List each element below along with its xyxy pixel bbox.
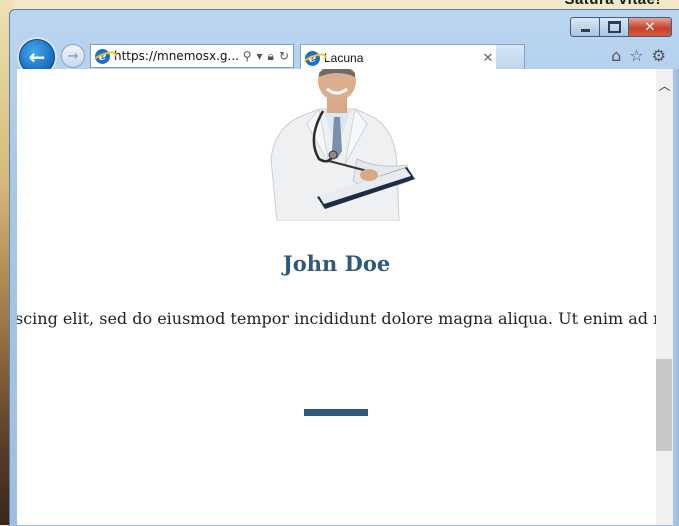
- maximize-button[interactable]: [600, 17, 629, 37]
- doctor-photo: [270, 69, 415, 221]
- new-tab-button[interactable]: [496, 44, 525, 72]
- person-name: John Doe: [282, 251, 391, 276]
- lock-icon[interactable]: 🔒︎: [268, 49, 274, 64]
- address-bar[interactable]: e https://mnemosx.g... ⚲ ▾ 🔒︎ ↻: [90, 44, 294, 68]
- minimize-button[interactable]: [570, 17, 600, 37]
- forward-button[interactable]: →: [61, 44, 85, 68]
- bio-text: scing elit, sed do eiusmod tempor incidi…: [17, 309, 656, 328]
- search-icon[interactable]: ⚲: [243, 49, 252, 64]
- section-divider: [304, 409, 368, 416]
- home-icon[interactable]: ⌂: [611, 46, 621, 65]
- ie-site-icon: e: [91, 48, 118, 67]
- tab-title: Lacuna: [324, 51, 364, 65]
- maximize-icon: [607, 21, 621, 33]
- settings-gear-icon[interactable]: ⚙: [652, 46, 666, 65]
- window-edge: [673, 69, 679, 525]
- close-window-button[interactable]: ✕: [629, 17, 672, 37]
- desktop-text: Satura vitae!: [564, 0, 661, 8]
- forward-arrow-icon: →: [67, 48, 79, 64]
- minimize-icon: [580, 28, 590, 32]
- refresh-icon[interactable]: ↻: [279, 49, 289, 64]
- ie-tab-icon: e: [301, 50, 328, 69]
- vertical-scrollbar[interactable]: ︿: [656, 69, 673, 525]
- scroll-thumb[interactable]: [656, 359, 672, 451]
- scroll-up-icon[interactable]: ︿: [656, 77, 673, 94]
- back-arrow-icon: ←: [28, 45, 46, 69]
- address-text[interactable]: https://mnemosx.g...: [114, 49, 243, 63]
- page-content: John Doe scing elit, sed do eiusmod temp…: [17, 69, 656, 525]
- toolbar-icons: ⌂ ☆ ⚙: [611, 46, 666, 65]
- tab-close-icon[interactable]: ✕: [479, 50, 497, 66]
- caption-buttons: ✕: [570, 17, 672, 37]
- dropdown-icon[interactable]: ▾: [257, 49, 263, 64]
- favorites-star-icon[interactable]: ☆: [629, 46, 643, 65]
- tab-lacuna[interactable]: e Lacuna ✕: [300, 44, 498, 71]
- close-icon: ✕: [644, 19, 656, 35]
